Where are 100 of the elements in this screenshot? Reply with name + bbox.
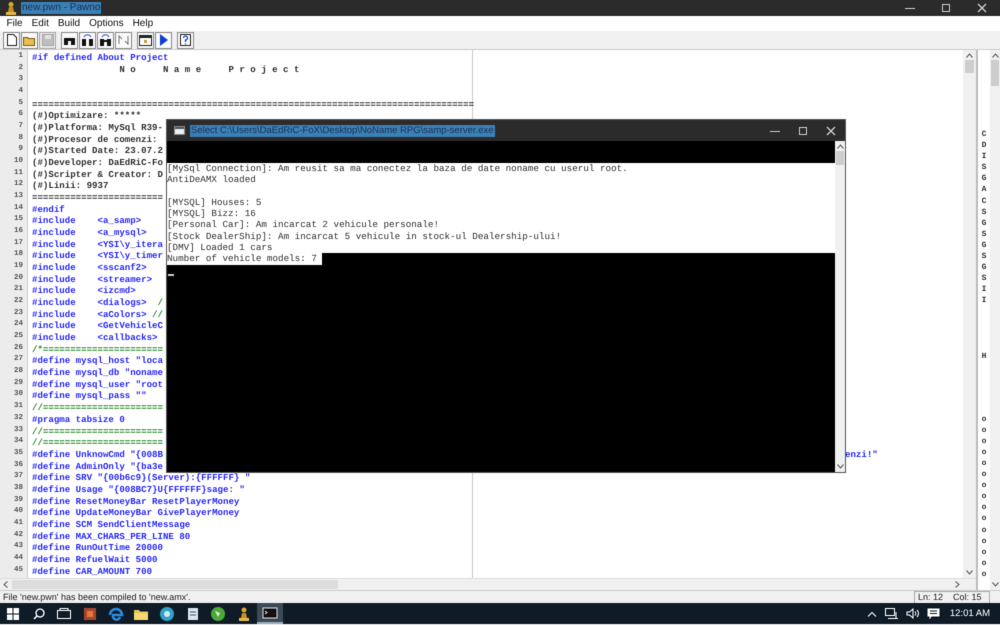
code-line: #define mysql_user "root <box>32 378 163 390</box>
outline-item[interactable]: o <box>982 469 986 480</box>
scroll-up-icon <box>992 53 998 58</box>
clock[interactable]: 12:01 AM <box>950 608 990 619</box>
scrollbar-thumb[interactable] <box>965 60 974 73</box>
console-line: [Stock DealerShip]: Am incarcat 5 vehicule in stock-ul Dealership-ului! <box>167 230 562 242</box>
task-view-icon <box>57 608 72 619</box>
outline-item[interactable]: o <box>982 480 986 492</box>
outline-item[interactable]: o <box>982 491 986 502</box>
go-to-line-button[interactable] <box>115 32 132 48</box>
code-line: #include <a_mysql> <box>32 227 147 238</box>
console-line: AntiDeAMX loaded <box>167 174 256 186</box>
code-line: #include <izcmd> <box>32 285 136 296</box>
outline-item[interactable]: S <box>982 228 986 240</box>
scroll-down-icon <box>966 570 973 575</box>
notification-icon[interactable] <box>926 608 940 620</box>
compile-button[interactable] <box>137 32 154 48</box>
code-line: //====================== <box>32 437 163 448</box>
outline-item[interactable]: o <box>982 424 986 436</box>
outline-item[interactable]: G <box>982 262 986 274</box>
text-cursor <box>168 274 174 276</box>
code-line: (#)Scripter & Creator: D <box>32 168 163 180</box>
chevron-up-icon[interactable] <box>866 610 877 616</box>
code-line: (#)Optimizare: ***** <box>32 110 142 122</box>
circle-app-icon <box>158 604 176 622</box>
code-line: #endif <box>32 204 65 215</box>
console-line: [Personal Car]: Am incarcat 2 vehicule personale! <box>167 219 439 230</box>
outline-item[interactable]: o <box>982 446 986 458</box>
scroll-left-icon <box>3 581 8 588</box>
code-line: ======================== <box>32 192 163 204</box>
code-line: #define mysql_pass "" <box>32 390 147 402</box>
outline-item[interactable]: C <box>982 196 986 207</box>
run-button[interactable] <box>155 32 172 48</box>
outline-item[interactable]: S <box>982 251 986 262</box>
outline-item[interactable]: D <box>982 140 986 152</box>
find-next-button[interactable] <box>79 32 96 48</box>
outline-item[interactable]: o <box>982 546 986 558</box>
code-line: #define Usage "{008BC7}U{FFFFFF}sage: " <box>32 484 245 495</box>
outline-item[interactable]: C <box>982 129 986 140</box>
outline-item[interactable]: G <box>982 240 986 252</box>
code-line: (#)Platforma: MySql R39- <box>32 122 163 134</box>
outline-item[interactable]: o <box>982 513 986 525</box>
outline-item[interactable]: o <box>982 436 986 447</box>
outline-item[interactable]: o <box>982 502 986 514</box>
code-line: (#)Linii: 9937 <box>32 180 108 192</box>
code-line: //====================== <box>32 426 163 436</box>
code-line: #pragma tabsize 0 <box>32 414 125 425</box>
pawn-icon <box>5 1 17 15</box>
find-button[interactable] <box>61 32 78 48</box>
outline-item[interactable]: o <box>982 558 986 569</box>
outline-item[interactable]: S <box>982 162 986 174</box>
outline-item[interactable]: I <box>982 284 986 296</box>
outline-item[interactable]: S <box>982 273 986 284</box>
code-line: #define SCM SendClientMessage <box>32 518 190 530</box>
scroll-down-icon <box>836 464 844 469</box>
outline-item[interactable]: o <box>982 524 986 536</box>
code-line: #include <a_samp> <box>32 215 142 226</box>
code-line: (#)Developer: DaEdRiC-Fo <box>32 157 163 168</box>
outline-item[interactable]: A <box>982 184 986 196</box>
code-line: #define RunOutTime 20000 <box>32 542 163 554</box>
scrollbar-thumb[interactable] <box>991 60 999 86</box>
outline-item[interactable]: I <box>982 295 986 306</box>
search-icon <box>32 608 45 620</box>
blank-page-icon <box>6 34 16 46</box>
outline-item[interactable]: I <box>982 151 986 162</box>
scroll-up-icon <box>966 53 973 58</box>
menu-item[interactable]: Options <box>84 18 128 29</box>
outline-item[interactable]: G <box>982 173 986 184</box>
outline-item[interactable]: S <box>982 206 986 218</box>
outline-item[interactable]: H <box>982 350 986 362</box>
console-line: [MYSQL] Bizz: 16 <box>167 208 256 220</box>
code-line: #if defined About Project <box>32 52 168 63</box>
outline-item[interactable]: o <box>982 568 986 580</box>
code-line: #define SRV "{00b6c9}(Server):{FFFFFF} " <box>32 472 250 484</box>
volume-icon[interactable] <box>906 608 919 619</box>
new-file-button[interactable] <box>3 32 20 48</box>
scroll-down-icon <box>992 582 998 587</box>
replace-button[interactable] <box>97 32 114 48</box>
taskbar-app-button[interactable] <box>256 603 283 624</box>
menu-item[interactable]: Edit <box>27 18 54 29</box>
network-icon[interactable] <box>884 608 898 619</box>
code-line: #include <streamer> <box>32 274 152 285</box>
line-indicator: Ln: 12 <box>918 592 944 603</box>
help-button[interactable] <box>177 32 194 48</box>
outline-item[interactable]: o <box>982 536 986 547</box>
maximize-icon <box>941 3 951 13</box>
code-line: //====================== <box>32 402 163 414</box>
status-message: File 'new.pwn' has been compiled to 'new.amx'. <box>3 592 192 602</box>
menu-item[interactable]: File <box>2 18 28 29</box>
scrollbar-thumb[interactable] <box>12 580 338 589</box>
menu-item[interactable]: Build <box>53 18 85 29</box>
code-line: enzi!" <box>845 448 878 460</box>
outline-item[interactable]: G <box>982 218 986 229</box>
outline-item[interactable]: o <box>982 414 986 425</box>
window-title: new.pwn - Pawno <box>21 2 102 14</box>
open-button[interactable] <box>21 32 38 48</box>
globe-icon <box>209 604 228 622</box>
menu-item[interactable]: Help <box>128 18 158 29</box>
outline-item[interactable]: o <box>982 458 986 470</box>
scrollbar-thumb[interactable] <box>836 151 844 165</box>
